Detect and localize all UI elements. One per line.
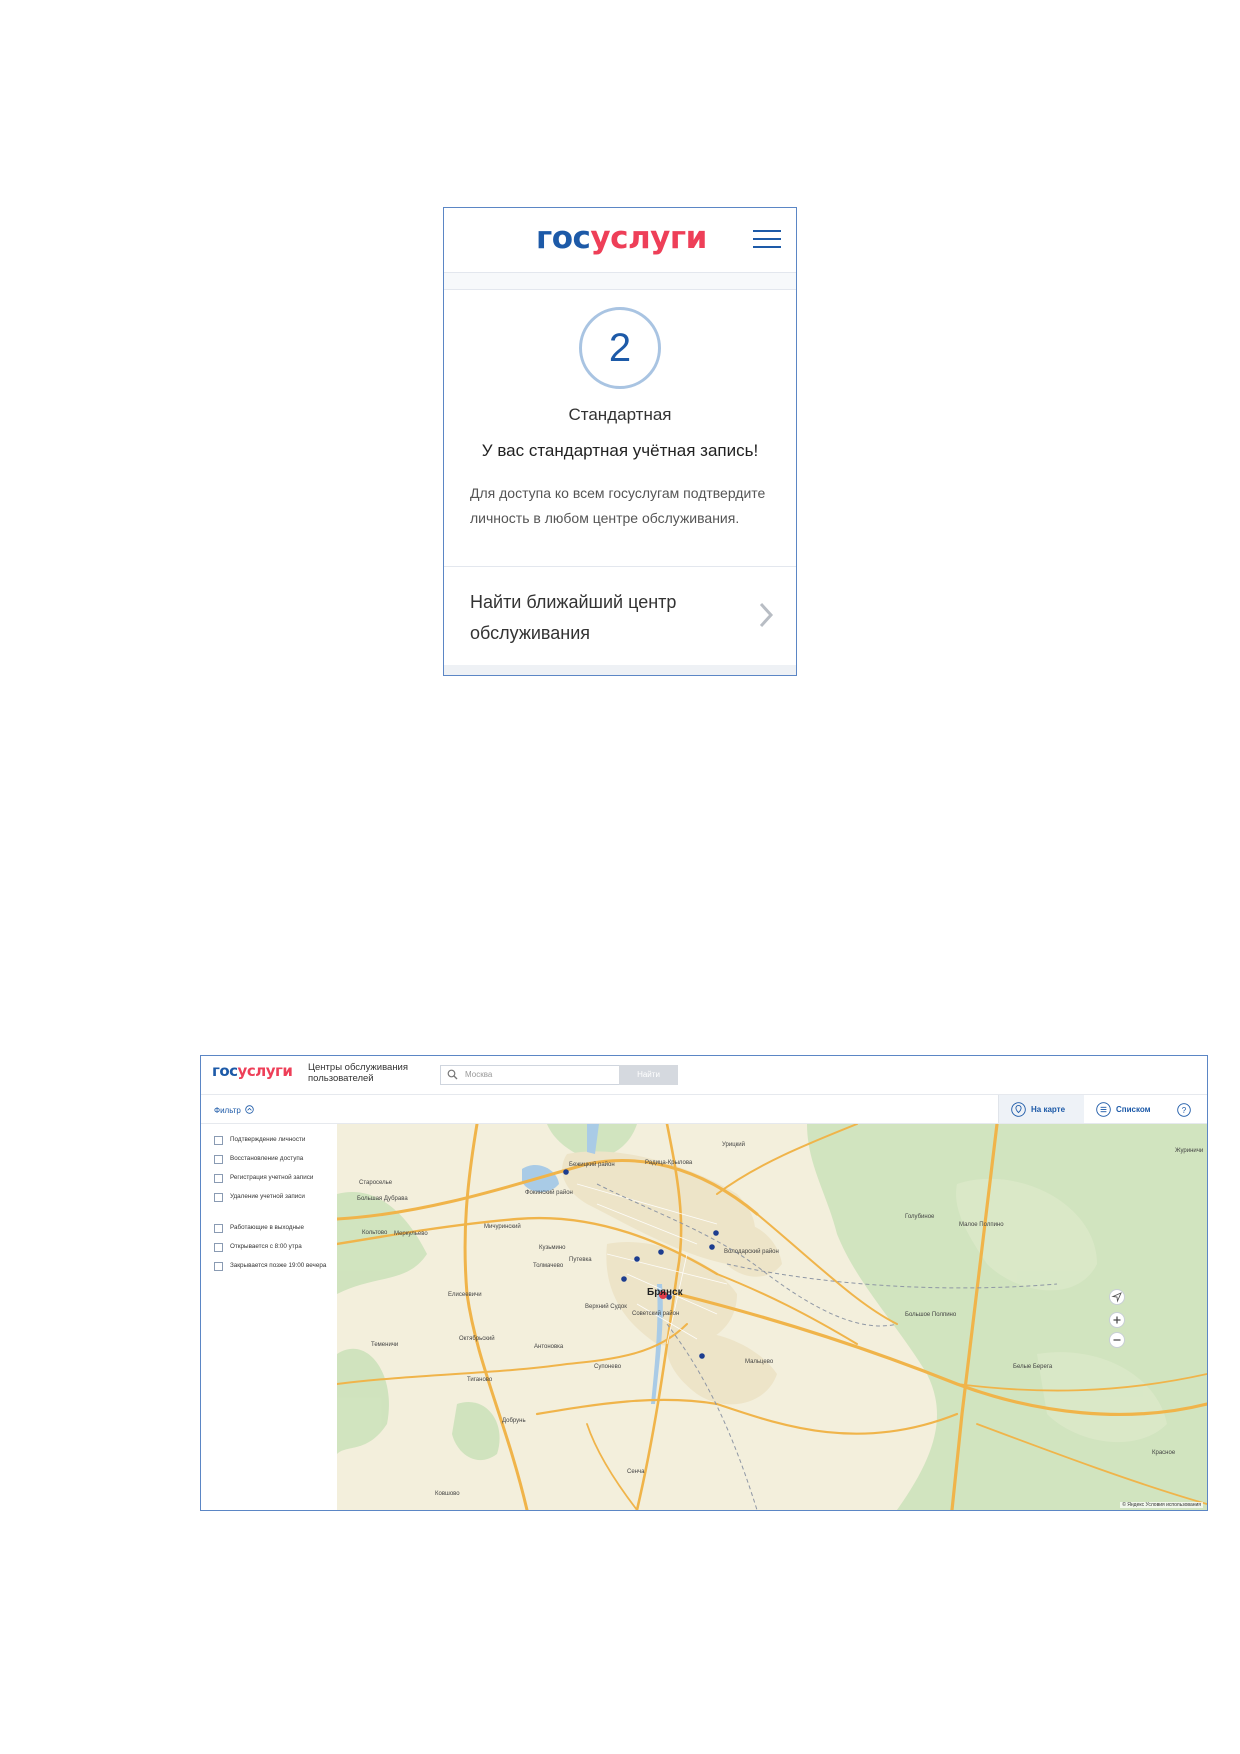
map-label: Белые Берега	[1013, 1364, 1053, 1370]
map-label: Володарский район	[724, 1249, 779, 1255]
header-divider	[444, 273, 796, 290]
map-label: Добрунь	[502, 1418, 526, 1424]
logo-part-gos: гос	[536, 220, 591, 256]
checkbox-box	[214, 1262, 223, 1271]
map-label: Мичуринский	[484, 1224, 521, 1230]
map-canvas	[337, 1124, 1207, 1510]
svg-text:?: ?	[1182, 1106, 1187, 1115]
map-label: Елисеевичи	[448, 1292, 482, 1298]
map-copyright[interactable]: © Яндекс Условия использования	[1120, 1502, 1203, 1508]
map-city-label: Брянск	[647, 1287, 683, 1298]
gosuslugi-logo[interactable]: госуслуги	[536, 220, 707, 256]
map-view[interactable]: Староселье Большая Дубрава Мичуринский К…	[337, 1124, 1207, 1510]
map-label: Тиганово	[467, 1377, 493, 1383]
page-title: Центры обслуживания пользователей	[308, 1062, 409, 1084]
map-label: Староселье	[359, 1180, 393, 1186]
logo-part-gos: гос	[212, 1062, 238, 1080]
map-label: Кузьмино	[539, 1245, 566, 1251]
list-icon	[1096, 1102, 1111, 1117]
account-description: Для доступа ко всем госуслугам подтверди…	[470, 485, 766, 526]
account-level-block: 2 Стандартная У вас стандартная учётная …	[444, 307, 796, 531]
map-label: Теменичи	[371, 1342, 399, 1348]
map-label: Верхний Судок	[585, 1304, 627, 1310]
zoom-in-button[interactable]	[1109, 1312, 1125, 1328]
checkbox-box	[214, 1193, 223, 1202]
map-label: Толмачево	[533, 1263, 564, 1269]
chevron-up-icon	[245, 1105, 254, 1114]
desktop-header: госуслуги Центры обслуживания пользовате…	[201, 1056, 1207, 1095]
checkbox-box	[214, 1136, 223, 1145]
map-pin-icon	[1011, 1102, 1026, 1117]
map-label: Октябрьский	[459, 1336, 495, 1342]
checkbox-label: Восстановление доступа	[230, 1155, 304, 1162]
tab-map-label: На карте	[1031, 1105, 1066, 1114]
checkbox-label: Регистрация учетной записи	[230, 1174, 314, 1181]
toolbar: Фильтр На карте Списком	[201, 1095, 1207, 1124]
map-label: Фокинский район	[525, 1190, 573, 1196]
map-label: Большое Полпино	[905, 1312, 957, 1318]
checkbox-box	[214, 1155, 223, 1164]
checkbox-label: Подтверждение личности	[230, 1136, 306, 1143]
hamburger-icon[interactable]	[753, 230, 781, 250]
map-label: Малое Полпино	[959, 1222, 1004, 1228]
level-number-badge: 2	[579, 307, 661, 389]
map-label: Красное	[1152, 1450, 1176, 1456]
map-label: Кольтово	[362, 1230, 388, 1236]
find-button[interactable]: Найти	[619, 1065, 678, 1085]
level-name: Стандартная	[568, 405, 672, 424]
checkbox-label: Закрывается позже 19:00 вечера	[230, 1262, 327, 1269]
map-label: Сенча	[627, 1469, 645, 1475]
tab-list[interactable]: Списком	[1084, 1095, 1162, 1123]
map-label: Журиничи	[1175, 1148, 1204, 1154]
checkbox-box	[214, 1243, 223, 1252]
plus-icon	[1113, 1316, 1121, 1324]
filter-sidebar: Подтверждение личности Восстановление до…	[201, 1124, 336, 1510]
filter-toggle[interactable]: Фильтр	[214, 1105, 254, 1115]
logo-part-uslugi: услуги	[237, 1062, 293, 1080]
desktop-service-centers-screen: госуслуги Центры обслуживания пользовате…	[200, 1055, 1208, 1511]
help-icon[interactable]: ?	[1177, 1103, 1191, 1117]
zoom-out-button[interactable]	[1109, 1332, 1125, 1348]
mobile-header: госуслуги	[444, 208, 796, 273]
map-label: Мальцево	[745, 1359, 774, 1365]
find-service-center-link[interactable]: Найти ближайший центр обслуживания	[444, 566, 796, 668]
map-label: Меркульево	[394, 1231, 428, 1237]
checkbox-label: Работающие в выходные	[230, 1224, 305, 1231]
bottom-strip	[444, 665, 796, 675]
tab-map[interactable]: На карте	[998, 1095, 1084, 1123]
map-label: Путевка	[569, 1257, 592, 1263]
search-icon	[447, 1069, 458, 1080]
find-service-center-label: Найти ближайший центр обслуживания	[470, 592, 677, 643]
tab-list-label: Списком	[1116, 1105, 1151, 1114]
map-label: Ковшово	[435, 1491, 460, 1497]
checkbox-label: Открывается с 8:00 утра	[230, 1243, 302, 1250]
checkbox-label: Удаление учетной записи	[230, 1193, 305, 1200]
map-label: Большая Дубрава	[357, 1196, 408, 1202]
geolocation-button[interactable]	[1109, 1289, 1125, 1305]
map-label: Голубиное	[905, 1214, 935, 1220]
map-label: Советский район	[632, 1311, 680, 1317]
map-label: Урицкий	[722, 1142, 745, 1148]
search-input[interactable]: Москва	[440, 1065, 620, 1085]
mobile-account-screen: госуслуги 2 Стандартная У вас стандартна…	[443, 207, 797, 676]
map-label: Антоновка	[534, 1344, 564, 1350]
map-label: Супонево	[594, 1364, 622, 1370]
filter-label: Фильтр	[214, 1106, 241, 1115]
logo-part-uslugi: услуги	[590, 220, 707, 256]
checkbox-box	[214, 1174, 223, 1183]
navigation-arrow-icon	[1111, 1292, 1122, 1303]
account-message: У вас стандартная учётная запись!	[481, 441, 759, 460]
gosuslugi-logo[interactable]: госуслуги	[212, 1062, 293, 1080]
chevron-right-icon	[759, 602, 774, 628]
checkbox-box	[214, 1224, 223, 1233]
map-label: Бежицкий район	[569, 1162, 615, 1168]
map-label: Радица-Крылова	[645, 1160, 693, 1166]
minus-icon	[1113, 1339, 1121, 1341]
